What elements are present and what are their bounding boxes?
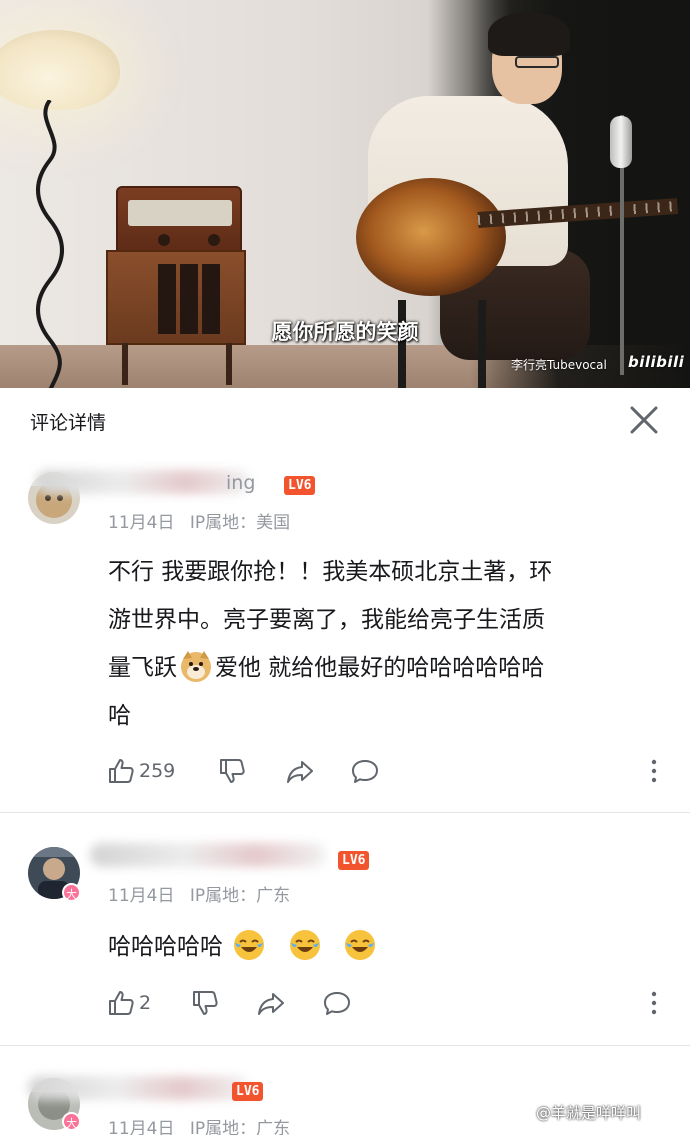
lamp-shade (0, 30, 120, 110)
share-icon (287, 761, 313, 783)
more-options-icon[interactable] (646, 757, 662, 785)
author-watermark: 李行亮Tubevocal (511, 358, 607, 372)
level-badge: LV6 (338, 851, 370, 870)
comment-meta: 11月4日 IP属地：广东 (108, 1114, 290, 1135)
ip-location: IP属地：广东 (189, 1119, 291, 1135)
laughing-crying-emoji-icon (234, 930, 265, 960)
comment-meta: 11月4日 IP属地：广东 (108, 881, 290, 906)
level-badge: LV6 (232, 1082, 264, 1101)
comment-content[interactable]: 不行 我要跟你抢！！我美本硕北京土著，环 游世界中。亮子要离了，我能给亮子生活质… (108, 548, 668, 740)
more-options-icon[interactable] (646, 989, 662, 1017)
video-subtitle: 愿你所愿的笑颜 (271, 320, 419, 344)
weibo-watermark: @羊就是咩咩叫 (536, 1104, 642, 1122)
close-icon[interactable] (624, 400, 664, 440)
thumbs-down-icon (220, 759, 245, 783)
level-badge: LV6 (284, 476, 316, 495)
like-button[interactable]: 259 (107, 751, 175, 791)
comment-item: 大 LV6 11月4日 IP属地：广东 哈哈哈哈哈 2 (0, 813, 690, 1045)
comment-date: 11月4日 (108, 1119, 175, 1135)
performer-glasses (515, 56, 559, 68)
laughing-crying-emoji-icon (289, 930, 320, 960)
bilibili-logo: bilibili (628, 353, 685, 371)
video-player[interactable]: 愿你所愿的笑颜 李行亮Tubevocal bilibili (0, 0, 690, 388)
comment-meta: 11月4日 IP属地：美国 (108, 508, 290, 533)
vip-badge: 大 (62, 883, 81, 902)
share-icon (258, 993, 284, 1015)
microphone (610, 116, 632, 168)
comment-item: ing LV6 11月4日 IP属地：美国 不行 我要跟你抢！！我美本硕北京土著… (0, 450, 690, 812)
laughing-crying-emoji-icon (344, 930, 375, 960)
panel-title: 评论详情 (30, 412, 107, 434)
username-redacted (28, 1076, 248, 1100)
dislike-button[interactable] (191, 983, 219, 1023)
comment-bubble-icon (352, 760, 378, 783)
like-button[interactable]: 2 (107, 983, 151, 1023)
guitar (356, 178, 506, 296)
comment-date: 11月4日 (108, 886, 175, 906)
ip-location: IP属地：美国 (189, 513, 291, 533)
comment-content[interactable]: 哈哈哈哈哈 (108, 923, 668, 971)
performer-hair (488, 12, 570, 56)
vip-badge: 大 (62, 1112, 81, 1131)
username-tail: ing (226, 472, 256, 494)
reply-button[interactable] (350, 751, 380, 791)
thumbs-down-icon (193, 991, 218, 1015)
like-count: 2 (139, 992, 152, 1014)
ip-location: IP属地：广东 (189, 886, 291, 906)
vintage-radio (116, 186, 242, 258)
username-redacted (36, 470, 250, 494)
thumbs-up-icon (109, 991, 134, 1015)
doge-emoji-icon (181, 651, 211, 682)
comment-actions: 2 (0, 983, 690, 1023)
share-button[interactable] (256, 983, 286, 1023)
comment-detail-header: 评论详情 (0, 388, 690, 450)
comment-date: 11月4日 (108, 513, 175, 533)
reply-button[interactable] (322, 983, 352, 1023)
comment-actions: 259 (0, 751, 690, 791)
share-button[interactable] (285, 751, 315, 791)
dislike-button[interactable] (218, 751, 246, 791)
comment-bubble-icon (324, 992, 350, 1015)
thumbs-up-icon (109, 759, 134, 783)
like-count: 259 (139, 760, 176, 782)
username-redacted (90, 843, 326, 867)
